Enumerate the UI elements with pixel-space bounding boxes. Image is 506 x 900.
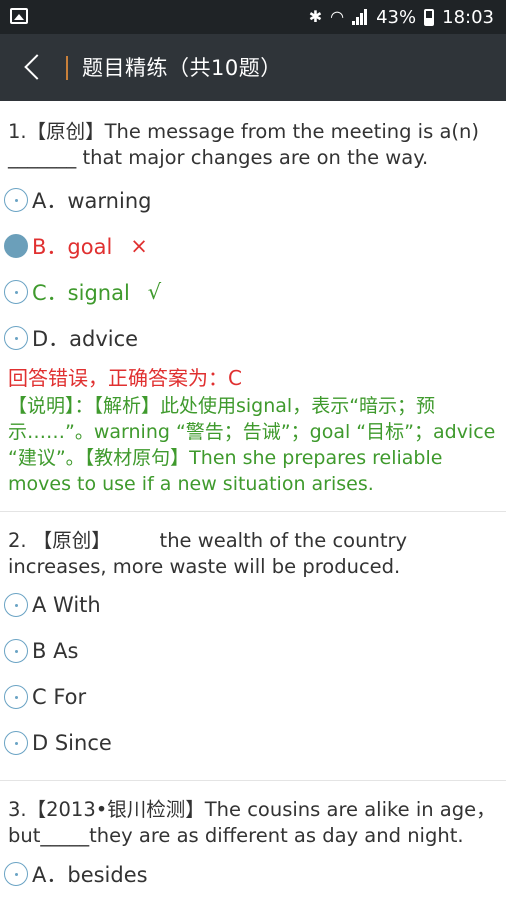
radio-icon[interactable]	[4, 862, 28, 886]
answer-explanation: 【说明】：【解析】此处使用signal，表示“暗示；预示……”。warning …	[8, 395, 496, 495]
option-label: A With	[32, 593, 101, 617]
option-a[interactable]: A．besides	[0, 851, 506, 897]
option-label: D．advice	[32, 327, 139, 351]
question-item: 3.【2013•银川检测】The cousins are alike in ag…	[0, 781, 506, 849]
option-d[interactable]: D．advice	[0, 315, 506, 361]
option-label: B．goal	[32, 235, 113, 259]
option-label: D Since	[32, 731, 112, 755]
radio-selected-icon[interactable]	[4, 234, 28, 258]
option-label: C．signal	[32, 281, 130, 305]
option-b-selected-wrong[interactable]: B．goal ×	[0, 223, 506, 269]
radio-icon[interactable]	[4, 188, 28, 212]
header-divider	[66, 56, 68, 80]
question-text: 2. 【原创】 the wealth of the country increa…	[8, 529, 408, 578]
question-list[interactable]: 1.【原创】The message from the meeting is a(…	[0, 101, 506, 900]
option-b[interactable]: B As	[0, 628, 506, 674]
option-a[interactable]: A With	[0, 582, 506, 628]
wifi-icon: ◠	[330, 7, 345, 26]
option-label: B As	[32, 639, 79, 663]
signal-icon	[352, 9, 368, 25]
radio-icon[interactable]	[4, 685, 28, 709]
answer-result: 回答错误，正确答案为：C	[8, 366, 242, 390]
option-a[interactable]: A．warning	[0, 177, 506, 223]
option-label: A．besides	[32, 863, 148, 887]
question-text: 1.【原创】The message from the meeting is a(…	[8, 120, 479, 169]
option-label: C For	[32, 685, 87, 709]
radio-icon[interactable]	[4, 639, 28, 663]
option-label: A．warning	[32, 189, 152, 213]
option-d[interactable]: D Since	[0, 720, 506, 766]
radio-icon[interactable]	[4, 280, 28, 304]
radio-icon[interactable]	[4, 326, 28, 350]
question-item: 1.【原创】The message from the meeting is a(…	[0, 101, 506, 171]
question-text: 3.【2013•银川检测】The cousins are alike in ag…	[8, 798, 496, 847]
radio-icon[interactable]	[4, 731, 28, 755]
option-c-correct[interactable]: C．signal √	[0, 269, 506, 315]
battery-percent: 43%	[376, 6, 417, 28]
image-notification-icon	[10, 8, 28, 24]
option-c[interactable]: C For	[0, 674, 506, 720]
clock-time: 18:03	[442, 6, 494, 28]
bluetooth-icon: ✱	[308, 7, 323, 26]
page-title: 题目精练（共10题）	[82, 56, 282, 80]
radio-icon[interactable]	[4, 593, 28, 617]
correct-mark-icon: √	[147, 280, 162, 304]
battery-icon	[424, 8, 435, 26]
wrong-mark-icon: ×	[130, 234, 148, 258]
question-item: 2. 【原创】 the wealth of the country increa…	[0, 512, 506, 580]
app-header: 题目精练（共10题）	[0, 34, 506, 101]
status-bar: ✱ ◠ 43% 18:03	[0, 0, 506, 34]
back-arrow-icon[interactable]	[22, 52, 48, 82]
